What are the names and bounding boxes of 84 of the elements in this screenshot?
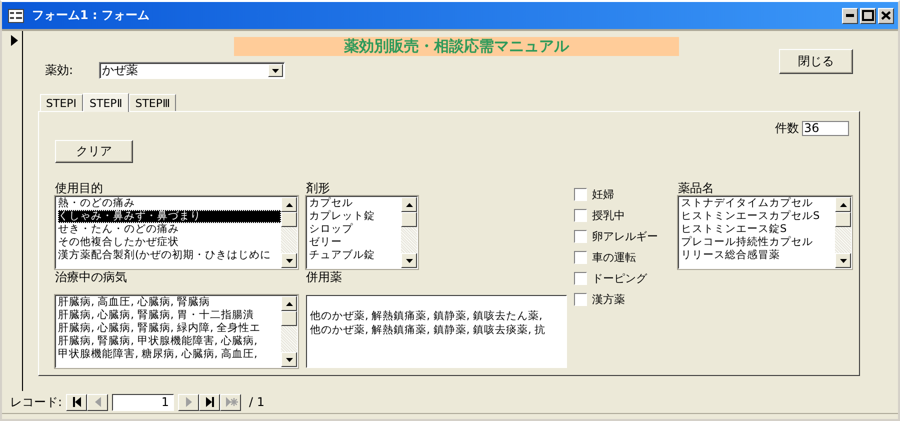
up-arrow-icon [286, 202, 292, 206]
scroll-thumb[interactable] [281, 212, 297, 227]
field-label: 薬効: [45, 62, 74, 79]
up-arrow-icon [840, 202, 846, 206]
checkbox-label: 妊婦 [592, 187, 614, 202]
checkbox[interactable] [574, 251, 587, 264]
disease-list[interactable]: 肝臓病, 高血圧, 心臓病, 腎臓病 肝臓病, 心臓病, 腎臓病, 胃・十二指腸潰 肝臓病, 心臓病, 腎臓病, 緑内障, 全身性エ 肝臓病, 腎臓病, 甲状腺機能障害, 心臓病, 甲状腺機能障害, 糖尿病, 心臓病, 高血圧, [55, 295, 298, 368]
list-item[interactable]: 肝臓病, 高血圧, 心臓病, 腎臓病 [58, 296, 281, 309]
close-button[interactable]: 閉じる [779, 49, 853, 74]
maximize-button[interactable] [860, 8, 876, 24]
list-item[interactable]: 肝臓病, 心臓病, 腎臓病, 胃・十二指腸潰 [58, 309, 281, 322]
list-item[interactable]: シロップ [309, 223, 401, 236]
list-item[interactable]: カプレット錠 [309, 210, 401, 223]
record-number-field[interactable]: 1 [112, 394, 174, 410]
concomitant-field[interactable]: 他のかぜ薬, 解熱鎮痛薬, 鎮静薬, 鎮咳去たん薬, 他のかぜ薬, 解熱鎮痛薬, 鎮静薬, 鎮咳去痰薬, 抗 [306, 295, 567, 368]
checkbox-label: 車の運転 [592, 250, 636, 265]
up-arrow-icon [286, 302, 292, 306]
current-record-icon [11, 35, 18, 46]
count-field[interactable]: 36 [802, 121, 849, 136]
checkbox[interactable] [574, 188, 587, 201]
dropdown-icon [272, 68, 279, 72]
up-arrow-icon [406, 202, 412, 206]
list-item[interactable]: 甲状腺機能障害, 糖尿病, 心臓病, 高血圧, [58, 348, 281, 361]
list-item[interactable]: ヒストミンエースカプセルS [681, 210, 835, 223]
close-window-button[interactable] [878, 8, 894, 24]
list-item[interactable]: ゼリー [309, 236, 401, 249]
down-arrow-icon [840, 258, 846, 262]
count-label: 件数 [775, 120, 799, 137]
minimize-button[interactable] [842, 8, 858, 24]
list-item[interactable]: せき・たん・のどの痛み [58, 223, 281, 236]
product-list[interactable]: ストナデイタイムカプセル ヒストミンエースカプセルS ヒストミンエース錠S プレコール持続性カプセル リリース総合感冒薬 [678, 196, 852, 269]
list-item[interactable]: くしゃみ・鼻みず・鼻づまり [58, 210, 281, 223]
list-label: 薬品名 [678, 180, 715, 197]
list-item[interactable]: 肝臓病, 腎臓病, 甲状腺機能障害, 心臓病, [58, 335, 281, 348]
new-record-icon [224, 395, 238, 409]
scrollbar[interactable] [835, 197, 851, 268]
list-label: 治療中の病気 [55, 269, 128, 286]
list-label: 剤形 [306, 180, 331, 197]
checkbox-label: 授乳中 [592, 208, 625, 223]
down-arrow-icon [286, 358, 292, 362]
list-item[interactable]: 熱・のどの痛み [58, 197, 281, 210]
scrollbar[interactable] [281, 296, 297, 367]
maximize-icon [862, 10, 874, 21]
list-item[interactable]: リリース総合感冒薬 [681, 249, 835, 262]
scrollbar[interactable] [281, 197, 297, 268]
down-arrow-icon [406, 258, 412, 262]
checkbox-label: 漢方薬 [592, 292, 625, 307]
list-item[interactable]: チュアブル錠 [309, 249, 401, 262]
close-icon [881, 11, 891, 20]
record-label: レコード: [10, 394, 62, 410]
down-arrow-icon [286, 258, 292, 262]
scroll-thumb[interactable] [401, 212, 417, 227]
dosage-form-list[interactable]: カプセル カプレット錠 シロップ ゼリー チュアブル錠 [306, 196, 418, 269]
checkbox[interactable] [574, 230, 587, 243]
tab[interactable]: STEPⅢ [129, 94, 176, 111]
list-label: 使用目的 [55, 180, 104, 197]
purpose-list[interactable]: 熱・のどの痛み くしゃみ・鼻みず・鼻づまり せき・たん・のどの痛み その他複合したかぜ症状 漢方薬配合製剤(かぜの初期・ひきはじめに [55, 196, 298, 269]
scroll-thumb[interactable] [835, 212, 851, 227]
list-item[interactable]: その他複合したかぜ症状 [58, 236, 281, 249]
banner-title: 薬効別販売・相談応需マニュアル [234, 37, 679, 56]
form-icon [8, 8, 24, 22]
minimize-icon [846, 14, 854, 17]
clear-button[interactable]: クリア [55, 140, 133, 163]
checkbox[interactable] [574, 272, 587, 285]
record-total: / 1 [249, 395, 265, 409]
tab[interactable]: STEPⅡ [82, 93, 130, 112]
checkbox[interactable] [574, 209, 587, 222]
list-item[interactable]: 漢方薬配合製剤(かぜの初期・ひきはじめに [58, 249, 281, 262]
last-record-button[interactable] [199, 394, 220, 410]
first-record-button[interactable] [66, 394, 88, 410]
list-item[interactable]: カプセル [309, 197, 401, 210]
scroll-thumb[interactable] [281, 311, 297, 326]
tab[interactable]: STEPⅠ [40, 94, 83, 111]
field-label: 併用薬 [306, 269, 343, 286]
window-title: フォーム1 : フォーム [32, 7, 150, 24]
scrollbar[interactable] [401, 197, 417, 268]
list-item[interactable]: 肝臓病, 心臓病, 腎臓病, 緑内障, 全身性エ [58, 322, 281, 335]
list-item[interactable]: ストナデイタイムカプセル [681, 197, 835, 210]
list-item[interactable]: ヒストミンエース錠S [681, 223, 835, 236]
drug-combo-box[interactable]: かぜ薬 [99, 62, 285, 79]
checkbox-label: ドーピング [592, 271, 647, 286]
checkbox[interactable] [574, 293, 587, 306]
list-item[interactable]: プレコール持続性カプセル [681, 236, 835, 249]
checkbox-label: 卵アレルギー [592, 229, 658, 244]
